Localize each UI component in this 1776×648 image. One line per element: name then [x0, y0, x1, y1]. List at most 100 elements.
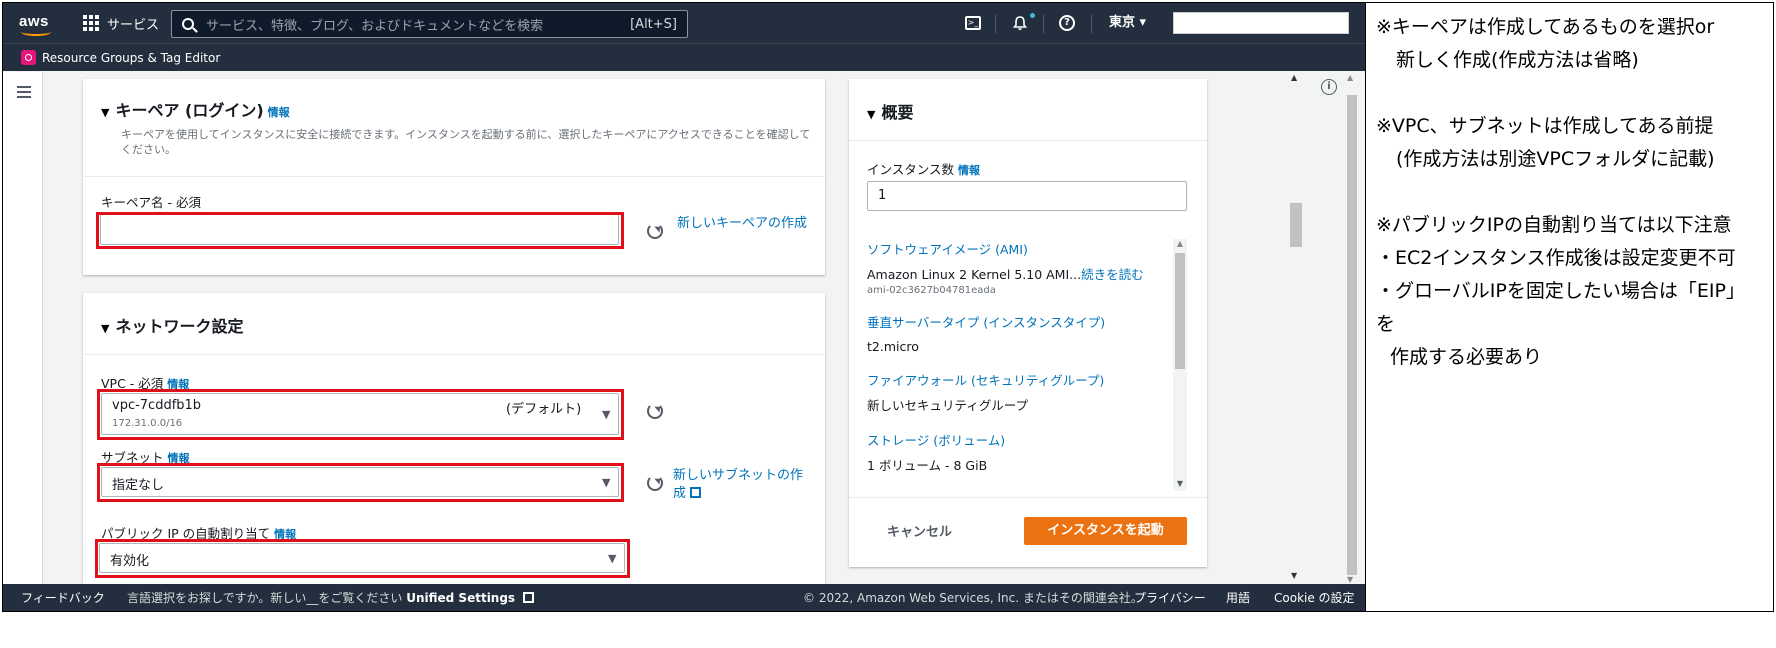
- page-scroll-thumb[interactable]: [1347, 95, 1357, 575]
- page-scrollbar[interactable]: ▲ ▼: [1343, 71, 1361, 585]
- external-link-icon: [522, 592, 534, 603]
- scroll-up-icon[interactable]: ▲: [1347, 73, 1353, 82]
- note-line: ※VPC、サブネットは作成してある前提: [1376, 115, 1714, 137]
- nav-divider: [1043, 15, 1044, 33]
- ami-label[interactable]: ソフトウェアイメージ (AMI): [867, 239, 1167, 258]
- highlight-box: [95, 539, 630, 578]
- keypair-info-link[interactable]: 情報: [268, 106, 290, 119]
- copyright: © 2022, Amazon Web Services, Inc. またはその関…: [803, 591, 1143, 605]
- region-selector[interactable]: 東京 ▾: [1109, 3, 1146, 43]
- storage-value: 1 ボリューム - 8 GiB: [867, 458, 988, 473]
- ami-read-more-link[interactable]: 続きを読む: [1081, 267, 1144, 282]
- network-header[interactable]: ▼ ネットワーク設定: [101, 313, 807, 337]
- scroll-down-icon[interactable]: ▼: [1291, 571, 1297, 580]
- help-icon[interactable]: ?: [1057, 13, 1077, 33]
- scroll-up-icon[interactable]: ▲: [1291, 73, 1297, 82]
- summary-scrollbar[interactable]: ▲ ▼: [1173, 239, 1187, 491]
- notification-dot: [1030, 13, 1035, 18]
- note-line: (作成方法は別途VPCフォルダに記載): [1396, 148, 1715, 170]
- language-prompt: 言語選択をお探しですか。新しい__をご覧ください Unified Setting…: [127, 589, 534, 606]
- instance-count-label: インスタンス数: [867, 162, 955, 177]
- services-menu-button[interactable]: サービス: [83, 3, 159, 43]
- cancel-button[interactable]: キャンセル: [887, 521, 952, 540]
- collapse-triangle-icon: ▼: [867, 108, 876, 121]
- resource-groups-icon: [21, 50, 36, 65]
- instance-count-input[interactable]: 1: [867, 181, 1187, 211]
- favorites-bar: Resource Groups & Tag Editor: [3, 43, 1365, 71]
- favorite-resource-groups[interactable]: Resource Groups & Tag Editor: [42, 51, 220, 65]
- ami-value: Amazon Linux 2 Kernel 5.10 AMI...: [867, 267, 1082, 282]
- highlight-box: [96, 212, 624, 249]
- note-line: ・EC2インスタンス作成後は設定変更不可: [1376, 247, 1736, 269]
- create-keypair-link[interactable]: 新しいキーペアの作成: [677, 215, 807, 233]
- highlight-box: [97, 463, 624, 502]
- keypair-header[interactable]: ▼ キーペア (ログイン) 情報: [101, 97, 807, 121]
- storage-label[interactable]: ストレージ (ボリューム): [867, 430, 1167, 449]
- network-panel: ▼ ネットワーク設定 VPC - 必須 情報 vpc-7cddfb1b 172.31…: [83, 293, 825, 593]
- ami-row: Amazon Linux 2 Kernel 5.10 AMI...続きを読む: [867, 264, 1167, 283]
- scroll-down-icon[interactable]: ▼: [1347, 575, 1353, 584]
- content-scrollbar[interactable]: ▲ ▼: [1288, 71, 1304, 585]
- note-line: ※パブリックIPの自動割り当ては以下注意: [1376, 214, 1732, 236]
- cloudshell-icon[interactable]: >_: [963, 13, 983, 33]
- summary-details: ソフトウェアイメージ (AMI) Amazon Linux 2 Kernel 5…: [867, 239, 1167, 491]
- search-icon: [182, 18, 194, 30]
- annotation-notes: ※キーペアは作成してあるものを選択or 新しく作成(作成方法は省略) ※VPC、…: [1365, 3, 1773, 611]
- hamburger-menu-icon[interactable]: [17, 86, 31, 101]
- aws-smile-icon: [21, 28, 51, 36]
- terms-link[interactable]: 用語: [1226, 589, 1250, 606]
- refresh-icon[interactable]: [647, 403, 663, 419]
- side-rail: [3, 72, 43, 584]
- search-shortcut: [Alt+S]: [630, 16, 677, 32]
- keypair-panel: ▼ キーペア (ログイン) 情報 キーペアを使用してインスタンスに安全に接続できます…: [83, 79, 825, 275]
- summary-scroll-thumb[interactable]: [1175, 253, 1185, 369]
- scroll-up-icon[interactable]: ▲: [1173, 239, 1187, 249]
- refresh-icon[interactable]: [647, 223, 663, 239]
- network-title: ネットワーク設定: [115, 317, 244, 336]
- account-menu[interactable]: [1173, 12, 1349, 34]
- search-placeholder: サービス、特徴、ブログ、およびドキュメントなどを検索: [206, 18, 544, 34]
- collapse-triangle-icon: ▼: [101, 322, 110, 335]
- cookie-settings-link[interactable]: Cookie の設定: [1274, 589, 1355, 606]
- collapse-triangle-icon: ▼: [101, 106, 110, 119]
- refresh-icon[interactable]: [647, 475, 663, 491]
- keypair-description: キーペアを使用してインスタンスに安全に接続できます。インスタンスを起動する前に、…: [121, 128, 811, 156]
- note-line: ※キーペアは作成してあるものを選択or: [1376, 16, 1715, 38]
- launch-instance-button[interactable]: インスタンスを起動: [1024, 517, 1187, 545]
- screenshot-frame: aws サービス サービス、特徴、ブログ、およびドキュメントなどを検索 [Alt…: [2, 2, 1774, 612]
- unified-settings-link[interactable]: Unified Settings: [406, 591, 515, 605]
- instance-count-label-row: インスタンス数 情報: [867, 159, 980, 178]
- highlight-box: [97, 389, 624, 440]
- instance-type-label[interactable]: 垂直サーバータイプ (インスタンスタイプ): [867, 312, 1167, 331]
- nav-divider: [995, 15, 996, 33]
- summary-title: 概要: [881, 103, 914, 122]
- content-scroll-thumb[interactable]: [1290, 203, 1302, 247]
- grid-icon: [83, 15, 99, 31]
- summary-divider: [849, 497, 1207, 498]
- instance-count-value: 1: [878, 188, 887, 203]
- instance-count-info-link[interactable]: 情報: [958, 164, 980, 177]
- keypair-title: キーペア (ログイン): [115, 101, 264, 120]
- language-prompt-text: 言語選択をお探しですか。新しい__をご覧ください: [127, 591, 403, 605]
- create-subnet-link[interactable]: 新しいサブネットの作成: [673, 467, 808, 503]
- instance-type-value: t2.micro: [867, 339, 919, 354]
- top-navigation: aws サービス サービス、特徴、ブログ、およびドキュメントなどを検索 [Alt…: [3, 3, 1365, 43]
- ami-id: ami-02c3627b04781eada: [867, 285, 996, 296]
- summary-panel: ▼ 概要 インスタンス数 情報 1 ソフトウェアイメージ (AMI) Amazon …: [849, 79, 1207, 567]
- keypair-name-label: キーペア名 - 必須: [101, 195, 201, 210]
- note-line: ・グローバルIPを固定したい場合は「EIP」を: [1376, 280, 1745, 335]
- aws-logo[interactable]: aws: [19, 11, 55, 37]
- scroll-down-icon[interactable]: ▼: [1173, 479, 1187, 489]
- nav-divider: [1091, 15, 1092, 33]
- summary-header[interactable]: ▼ 概要: [867, 99, 1189, 123]
- note-line: 作成する必要あり: [1390, 346, 1543, 368]
- bell-icon[interactable]: [1010, 13, 1030, 33]
- aws-console: aws サービス サービス、特徴、ブログ、およびドキュメントなどを検索 [Alt…: [3, 3, 1365, 611]
- search-input[interactable]: サービス、特徴、ブログ、およびドキュメントなどを検索 [Alt+S]: [171, 10, 688, 38]
- info-panel-icon[interactable]: i: [1321, 79, 1337, 95]
- note-line: 新しく作成(作成方法は省略): [1396, 49, 1639, 71]
- console-footer: フィードバック 言語選択をお探しですか。新しい__をご覧ください Unified…: [3, 584, 1365, 611]
- feedback-link[interactable]: フィードバック: [21, 589, 105, 606]
- firewall-label[interactable]: ファイアウォール (セキュリティグループ): [867, 370, 1167, 389]
- privacy-link[interactable]: プライバシー: [1134, 589, 1206, 606]
